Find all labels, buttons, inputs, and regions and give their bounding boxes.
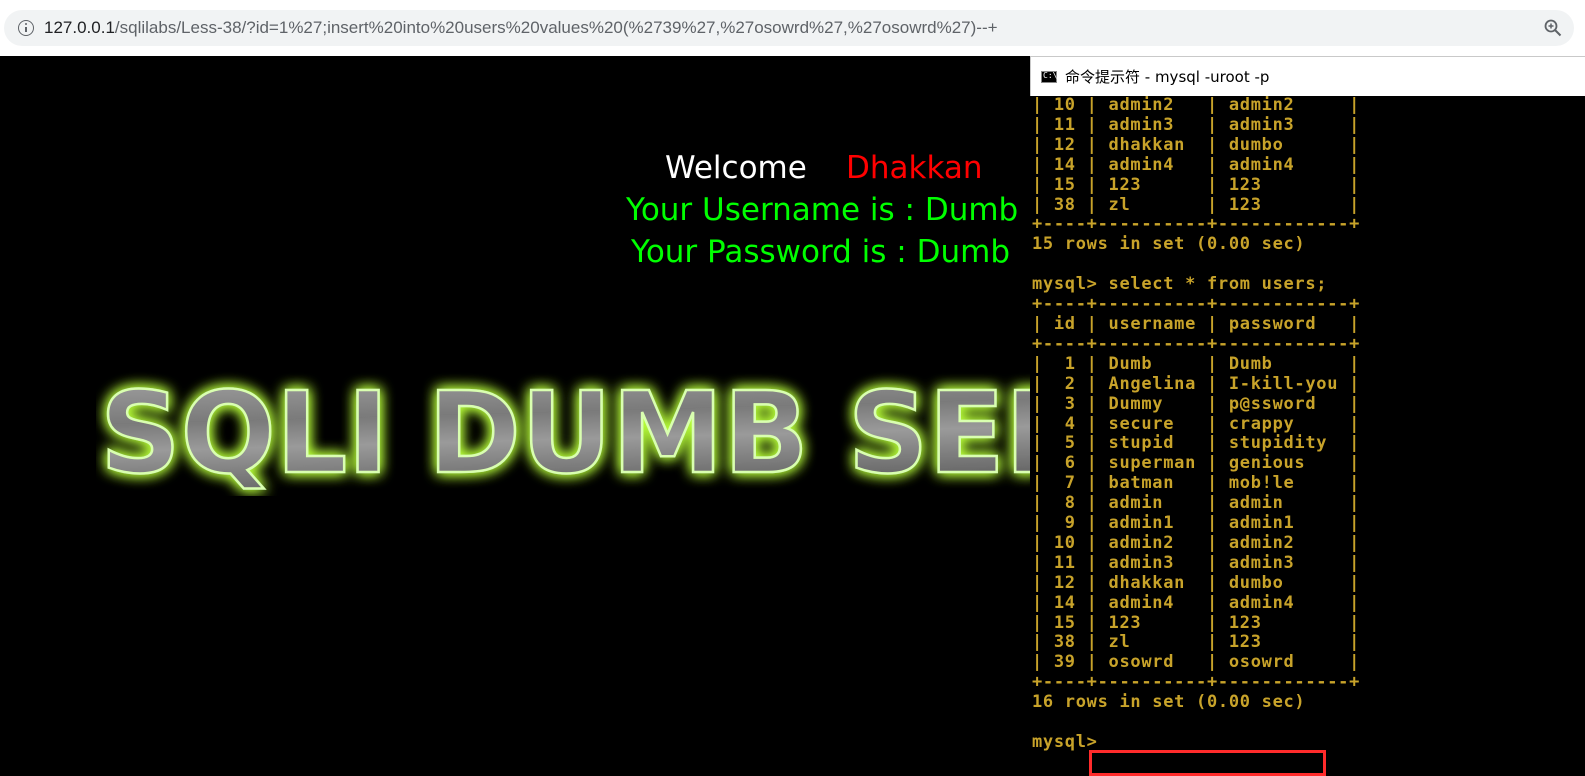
url-text[interactable]: 127.0.0.1/sqlilabs/Less-38/?id=1%27;inse… [44, 10, 998, 46]
cmd-titlebar[interactable]: C:\ 命令提示符 - mysql -uroot -p [1030, 56, 1585, 96]
cmd-window[interactable]: C:\ 命令提示符 - mysql -uroot -p | 10 | admin… [1030, 56, 1585, 776]
browser-address-bar: 127.0.0.1/sqlilabs/Less-38/?id=1%27;inse… [0, 0, 1585, 56]
logo-text: SQLI DUMB SERIES [100, 369, 1030, 496]
sqli-logo: SQLI DUMB SERIES [99, 368, 1030, 496]
highlight-box [1089, 750, 1326, 776]
url-field[interactable]: 127.0.0.1/sqlilabs/Less-38/?id=1%27;inse… [4, 10, 1574, 46]
cmd-title: 命令提示符 - mysql -uroot -p [1065, 68, 1270, 86]
console-output[interactable]: | 10 | admin2 | admin2 | | 11 | admin3 |… [1030, 95, 1585, 776]
username-text: Your Username is : Dumb [626, 192, 1019, 228]
console-text: | 10 | admin2 | admin2 | | 11 | admin3 |… [1032, 95, 1361, 752]
zoom-icon[interactable] [1544, 19, 1562, 37]
password-text: Your Password is : Dumb [631, 234, 1010, 270]
url-host: 127.0.0.1 [44, 18, 115, 37]
cmd-icon-text: C:\ [1043, 71, 1058, 80]
welcome-text: Welcome [665, 150, 807, 186]
web-page: Welcome Dhakkan Your Username is : Dumb … [0, 56, 1030, 764]
welcome-name: Dhakkan [846, 150, 983, 186]
info-icon[interactable] [18, 20, 34, 36]
url-path: /sqlilabs/Less-38/?id=1%27;insert%20into… [114, 18, 998, 37]
cmd-app-icon: C:\ [1041, 71, 1057, 83]
